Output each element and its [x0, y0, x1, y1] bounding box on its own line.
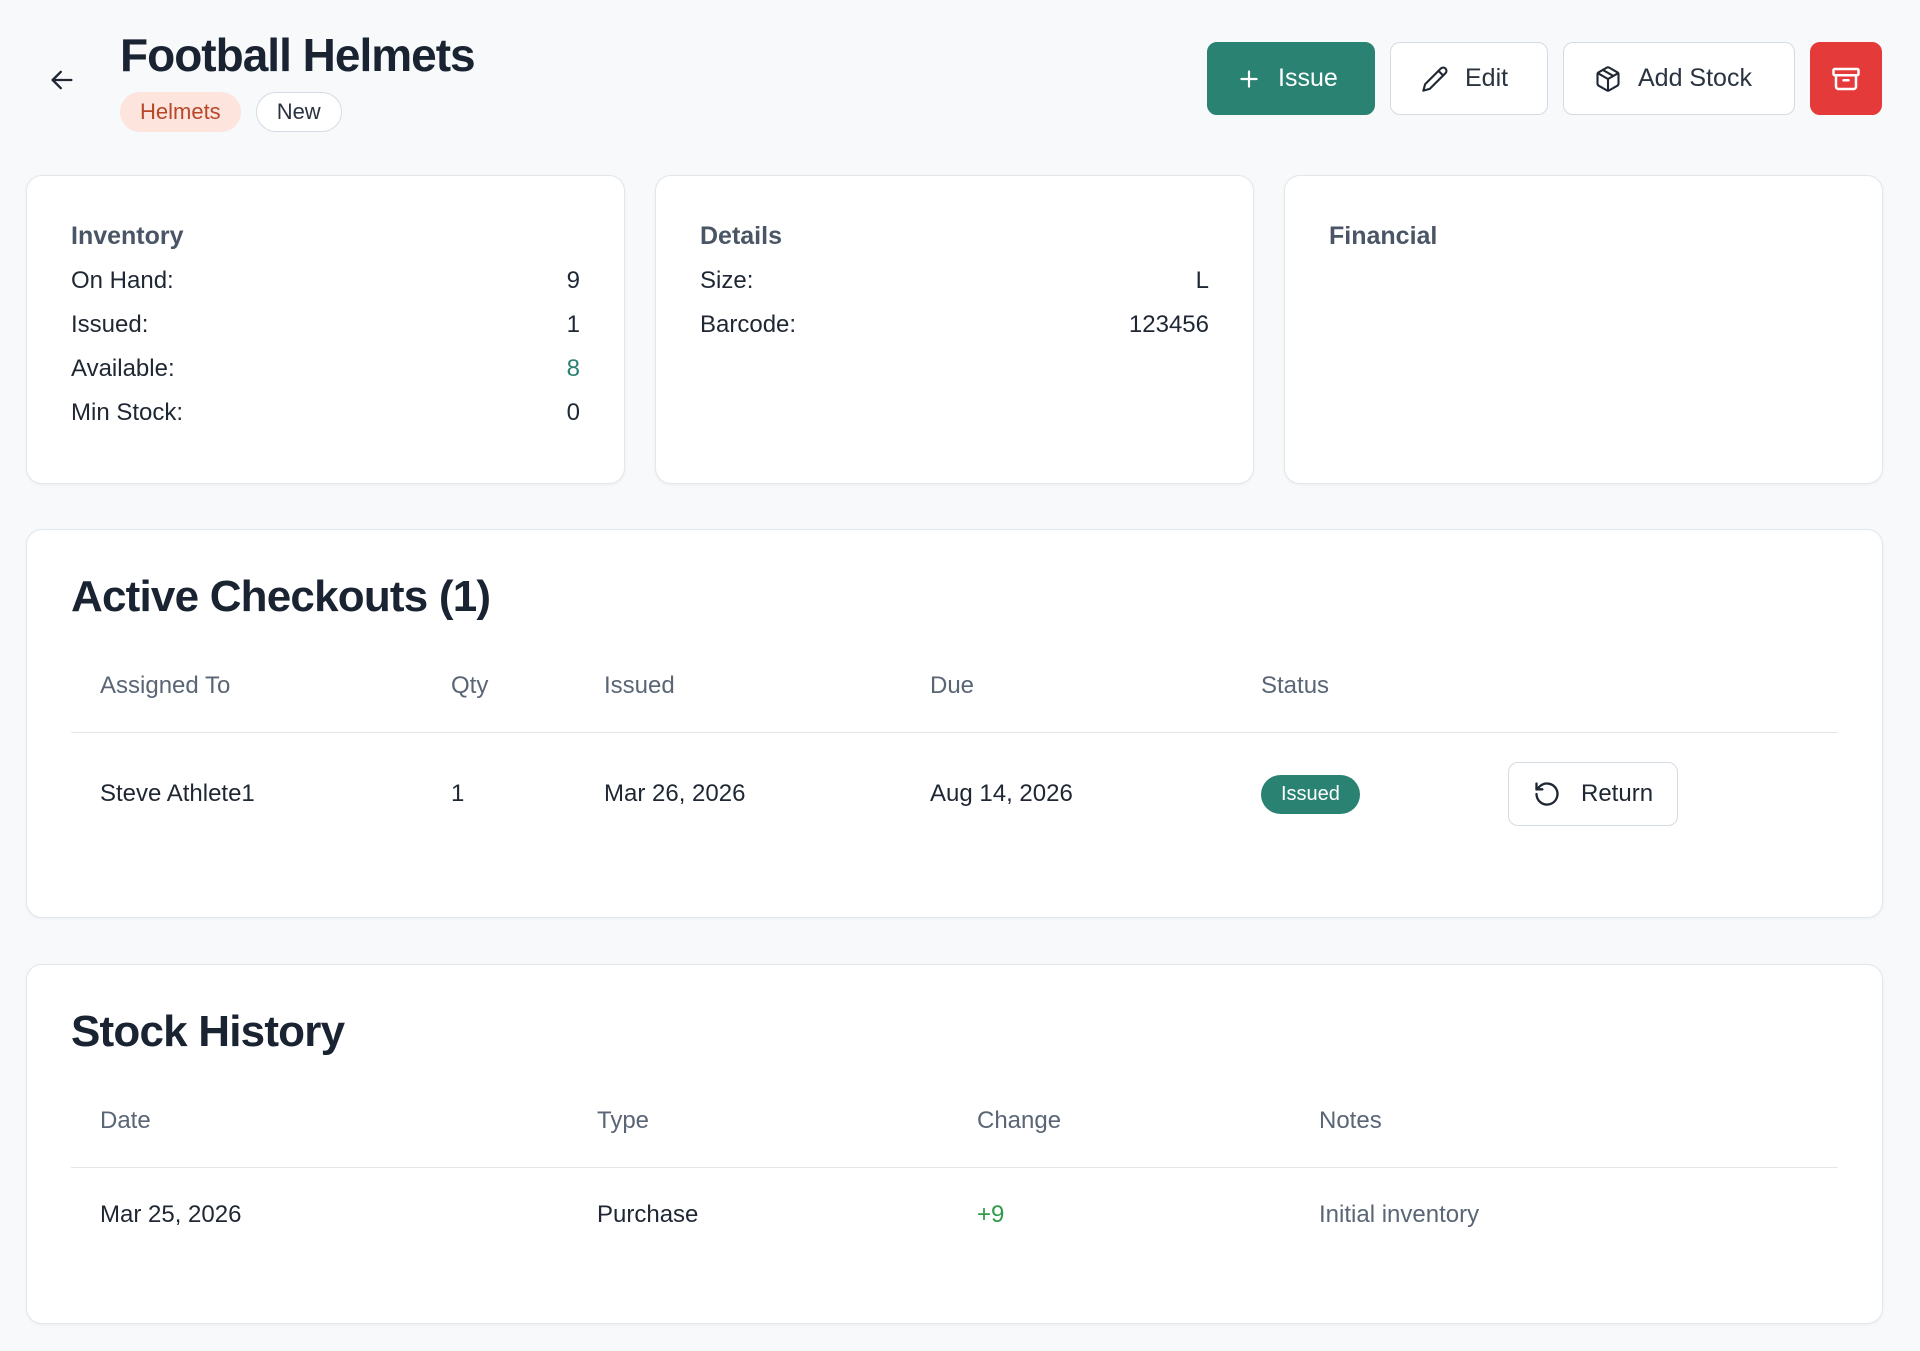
- inventory-card: Inventory On Hand: 9 Issued: 1 Available…: [26, 175, 625, 484]
- return-button[interactable]: Return: [1508, 762, 1679, 827]
- qty-cell: 1: [451, 780, 465, 808]
- column-header: Date: [71, 1075, 568, 1168]
- table-row: Mar 25, 2026 Purchase +9 Initial invento…: [71, 1167, 1838, 1263]
- item-badges: Helmets New: [120, 92, 342, 132]
- column-header-actions: [1479, 640, 1838, 733]
- page-title: Football Helmets: [120, 29, 476, 81]
- active-checkouts-title: Active Checkouts (1): [71, 572, 491, 621]
- kv-value: 0: [566, 399, 580, 426]
- arrow-left-icon: [51, 70, 73, 90]
- column-header: Type: [568, 1075, 948, 1168]
- kv-value: 1: [566, 311, 580, 338]
- inventory-row-min-stock: Min Stock: 0: [71, 399, 580, 427]
- kv-value: 8: [566, 355, 580, 382]
- table-row: Steve Athlete1 1 Mar 26, 2026 Aug 14, 20…: [71, 732, 1838, 856]
- change-cell: +9: [977, 1201, 1005, 1229]
- kv-label: Min Stock:: [71, 399, 184, 426]
- details-row-barcode: Barcode: 123456: [700, 311, 1209, 339]
- stock-history-table-header: Date Type Change Notes: [71, 1075, 1838, 1168]
- column-header: Issued: [575, 640, 901, 733]
- kv-value: 9: [566, 267, 580, 294]
- kv-value: 123456: [1128, 311, 1209, 338]
- column-header: Assigned To: [71, 640, 422, 733]
- kv-label: Barcode:: [700, 311, 797, 338]
- issued-date-cell: Mar 26, 2026: [604, 780, 746, 808]
- back-button[interactable]: [44, 62, 80, 98]
- checkouts-table: Assigned To Qty Issued Due Status Steve …: [71, 640, 1838, 856]
- column-header: Qty: [422, 640, 575, 733]
- kv-label: Issued:: [71, 311, 149, 338]
- pencil-icon: [1422, 66, 1448, 92]
- notes-cell: Initial inventory: [1319, 1201, 1480, 1229]
- rotate-ccw-icon: [1535, 782, 1559, 806]
- stock-history-table: Date Type Change Notes Mar 25, 2026 Purc…: [71, 1075, 1838, 1263]
- header-actions: Issue Edit Add Stock: [1207, 42, 1882, 115]
- issue-button-label: Issue: [1278, 64, 1338, 92]
- condition-badge: New: [255, 92, 342, 132]
- kv-label: Size:: [700, 267, 754, 294]
- details-row-size: Size: L: [700, 267, 1209, 295]
- column-header: Change: [948, 1075, 1290, 1168]
- details-card-title: Details: [700, 222, 782, 250]
- status-cell: Issued: [1232, 732, 1479, 856]
- edit-button-label: Edit: [1465, 64, 1509, 92]
- inventory-row-available: Available: 8: [71, 355, 580, 383]
- return-button-label: Return: [1581, 780, 1654, 808]
- kv-label: On Hand:: [71, 267, 174, 294]
- package-icon: [1596, 65, 1620, 92]
- kv-label: Available:: [71, 355, 175, 382]
- date-cell: Mar 25, 2026: [100, 1201, 242, 1229]
- edit-button[interactable]: Edit: [1390, 42, 1548, 115]
- plus-icon: [1240, 69, 1258, 88]
- inventory-row-issued: Issued: 1: [71, 311, 580, 339]
- stock-history-title: Stock History: [71, 1007, 345, 1056]
- financial-card-title: Financial: [1329, 222, 1438, 250]
- financial-card: Financial: [1284, 175, 1883, 484]
- due-date-cell: Aug 14, 2026: [930, 780, 1073, 808]
- category-badge: Helmets: [120, 92, 241, 132]
- status-badge: Issued: [1261, 774, 1360, 814]
- details-card: Details Size: L Barcode: 123456: [655, 175, 1254, 484]
- column-header: Status: [1232, 640, 1479, 733]
- actions-cell: Return: [1479, 732, 1838, 856]
- issue-button[interactable]: Issue: [1207, 42, 1375, 115]
- add-stock-button[interactable]: Add Stock: [1563, 42, 1795, 115]
- checkouts-table-header: Assigned To Qty Issued Due Status: [71, 640, 1838, 733]
- stock-history-card: Stock History Date Type Change Notes Mar…: [26, 964, 1883, 1324]
- page-header: Football Helmets Helmets New Issue Edit: [0, 0, 1920, 150]
- column-header: Notes: [1290, 1075, 1838, 1168]
- assigned-to-cell: Steve Athlete1: [100, 780, 255, 808]
- inventory-row-on-hand: On Hand: 9: [71, 267, 580, 295]
- archive-icon: [1832, 67, 1860, 90]
- type-cell: Purchase: [597, 1201, 699, 1229]
- kv-value: L: [1195, 267, 1209, 294]
- archive-button[interactable]: [1810, 42, 1882, 115]
- active-checkouts-card: Active Checkouts (1) Assigned To Qty Iss…: [26, 529, 1883, 918]
- inventory-card-title: Inventory: [71, 222, 184, 250]
- add-stock-button-label: Add Stock: [1638, 64, 1752, 92]
- column-header: Due: [901, 640, 1232, 733]
